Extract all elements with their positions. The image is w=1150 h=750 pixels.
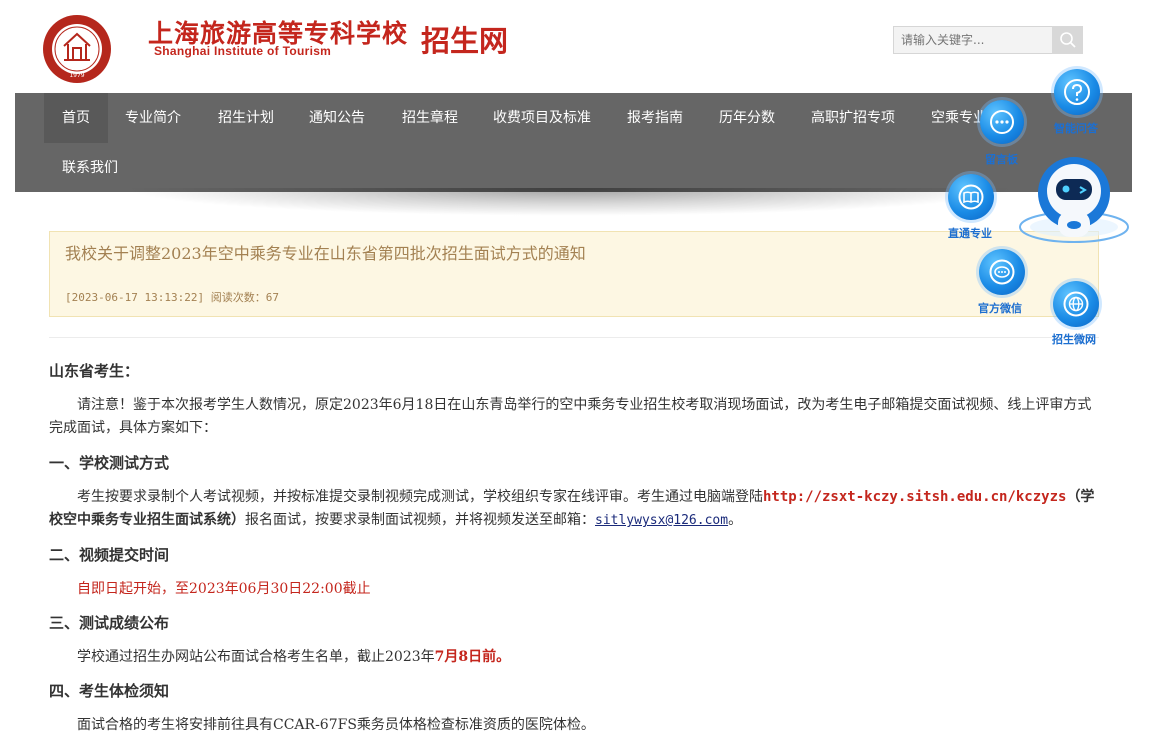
section-4-heading: 四、考生体检须知 — [49, 682, 170, 700]
system-link[interactable]: http://zsxt-kczy.sitsh.edu.cn/kczyzs — [763, 489, 1066, 505]
svg-text:1979: 1979 — [69, 72, 84, 79]
micro-site-button[interactable] — [1053, 281, 1099, 327]
nav-item-expansion[interactable]: 高职扩招专项 — [811, 93, 895, 143]
search-icon — [1059, 32, 1076, 48]
nav-item-guide[interactable]: 报考指南 — [627, 93, 683, 143]
wechat-button[interactable] — [979, 249, 1025, 295]
section-3-text: 学校通过招生办网站公布面试合格考生名单，截止2023年 — [77, 649, 435, 665]
micro-site-label[interactable]: 招生微网 — [1052, 331, 1096, 347]
notice-header: 我校关于调整2023年空中乘务专业在山东省第四批次招生面试方式的通知 [2023… — [49, 231, 1099, 317]
section-1-text-a: 考生按要求录制个人考试视频，并按标准提交录制视频完成测试，学校组织专家在线评审。… — [77, 489, 763, 505]
book-icon — [958, 184, 984, 210]
search-button[interactable] — [1052, 26, 1083, 54]
nav-shadow — [120, 188, 1020, 216]
section-3-heading: 三、测试成绩公布 — [49, 614, 170, 632]
nav-item-fees[interactable]: 收费项目及标准 — [493, 93, 591, 143]
nav-item-notices[interactable]: 通知公告 — [309, 93, 365, 143]
section-3-date: 7月8日前。 — [434, 649, 511, 665]
wechat-label[interactable]: 官方微信 — [978, 300, 1022, 316]
majors-label[interactable]: 直通专业 — [948, 225, 992, 241]
robot-assistant[interactable] — [1018, 155, 1130, 250]
notice-title: 我校关于调整2023年空中乘务专业在山东省第四批次招生面试方式的通知 — [65, 244, 586, 263]
section-1-heading: 一、学校测试方式 — [49, 454, 170, 472]
smart-qa-button[interactable] — [1054, 69, 1100, 115]
section-1-paragraph: 考生按要求录制个人考试视频，并按标准提交录制视频完成测试，学校组织专家在线评审。… — [49, 486, 1099, 532]
notice-meta: [2023-06-17 13:13:22] 阅读次数：67 — [65, 291, 279, 304]
majors-button[interactable] — [948, 174, 994, 220]
nav-item-contact[interactable]: 联系我们 — [62, 143, 118, 193]
message-board-label[interactable]: 留言板 — [985, 151, 1018, 167]
section-2-heading: 二、视频提交时间 — [49, 546, 170, 564]
nav-item-home[interactable]: 首页 — [44, 93, 108, 143]
search-input[interactable] — [893, 26, 1053, 54]
nav-item-scores[interactable]: 历年分数 — [719, 93, 775, 143]
wechat-chat-icon — [989, 259, 1015, 285]
site-name[interactable]: 招生网 — [421, 18, 508, 60]
section-1-text-b: 报名面试，按要求录制面试视频，并将视频发送至邮箱： — [245, 512, 595, 528]
school-name-en: Shanghai Institute of Tourism — [154, 44, 332, 58]
nav-item-plan[interactable]: 招生计划 — [218, 93, 274, 143]
section-4-text: 面试合格的考生将安排前往具有CCAR-67FS乘务员体格检查标准资质的医院体检。 — [77, 717, 595, 733]
nav-item-majors[interactable]: 专业简介 — [125, 93, 181, 143]
greeting: 山东省考生： — [49, 362, 140, 380]
section-2-text: 自即日起开始，至2023年06月30日22:00截止 — [77, 581, 371, 597]
intro-paragraph: 请注意！鉴于本次报考学生人数情况，原定2023年6月18日在山东青岛举行的空中乘… — [49, 397, 1092, 436]
divider — [49, 337, 1099, 338]
more-dots-icon — [990, 110, 1014, 134]
school-seal-logo[interactable]: 1979 — [42, 14, 112, 84]
nav-item-charter[interactable]: 招生章程 — [402, 93, 458, 143]
message-board-button[interactable] — [980, 100, 1024, 144]
question-icon — [1064, 79, 1090, 105]
section-1-end: 。 — [728, 512, 743, 528]
nav-item-flight-attendant[interactable]: 空乘专业 — [931, 93, 987, 143]
globe-icon — [1063, 291, 1089, 317]
section-3-paragraph: 学校通过招生办网站公布面试合格考生名单，截止2023年7月8日前。 — [49, 646, 1099, 669]
smart-qa-label[interactable]: 智能问答 — [1054, 120, 1098, 136]
site-header: 1979 上海旅游高等专科学校 Shanghai Institute of To… — [0, 0, 1150, 93]
email-link[interactable]: sitlywysx@126.com — [595, 513, 728, 528]
